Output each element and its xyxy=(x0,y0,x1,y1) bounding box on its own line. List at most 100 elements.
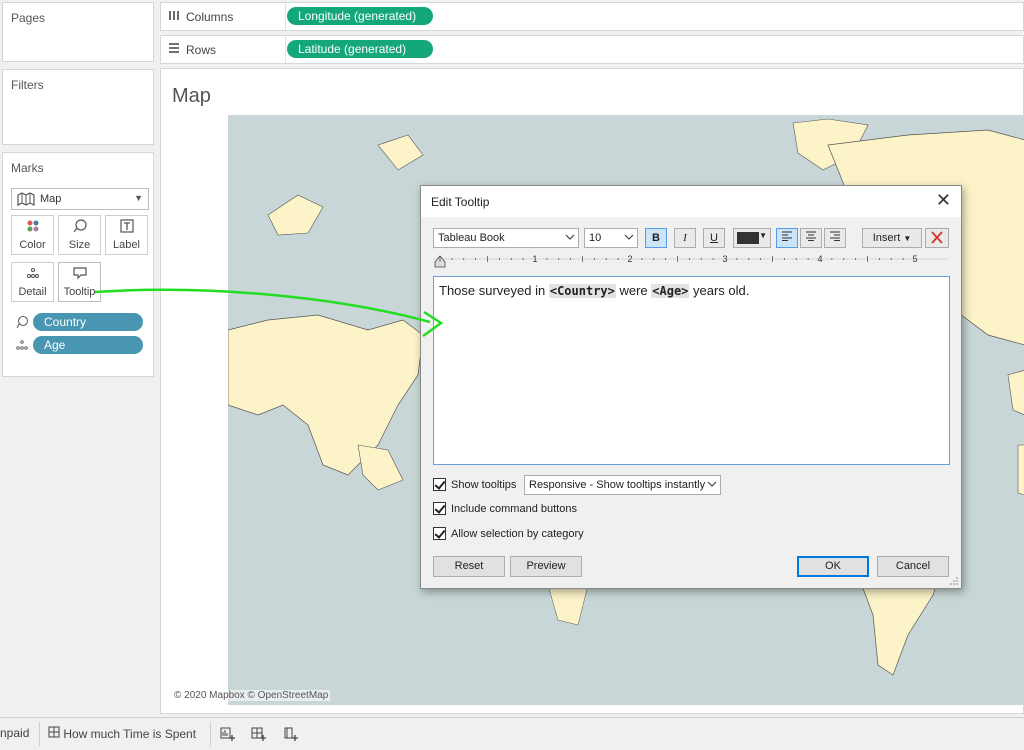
columns-label: Columns xyxy=(186,10,234,24)
columns-icon xyxy=(168,9,180,24)
clear-formatting-button[interactable] xyxy=(925,228,949,248)
age-pill[interactable]: Age xyxy=(33,336,143,354)
ruler-number: 5 xyxy=(912,254,917,264)
chevron-down-icon: ▼ xyxy=(134,193,143,203)
size-button-label: Size xyxy=(68,239,91,251)
align-center-button[interactable] xyxy=(800,228,822,248)
tooltip-text-part: were xyxy=(615,283,652,298)
color-button-label: Color xyxy=(19,239,46,251)
chevron-down-icon xyxy=(565,230,575,244)
color-icon xyxy=(12,219,53,239)
include-command-buttons-checkbox[interactable] xyxy=(433,502,446,515)
red-x-icon xyxy=(931,231,943,244)
show-tooltips-checkbox[interactable] xyxy=(433,478,446,491)
underline-button[interactable]: U xyxy=(703,228,725,248)
mark-type-dropdown[interactable]: Map ▼ xyxy=(11,188,149,210)
tooltip-icon xyxy=(59,266,100,286)
size-button[interactable]: Size xyxy=(58,215,101,255)
chevron-down-icon xyxy=(624,230,634,244)
detail-button-label: Detail xyxy=(18,286,47,298)
shelf-divider xyxy=(285,36,286,63)
tooltip-mode-value: Responsive - Show tooltips instantly xyxy=(529,479,706,491)
resize-grip-icon[interactable] xyxy=(949,576,959,586)
chevron-down-icon xyxy=(707,477,717,491)
rows-icon xyxy=(168,42,180,57)
tooltip-button-label: Tooltip xyxy=(63,286,96,298)
tab-divider xyxy=(39,722,40,746)
shelf-divider xyxy=(285,3,286,30)
sheet-tab-2[interactable]: How much Time is Spent xyxy=(48,726,196,741)
new-dashboard-icon[interactable] xyxy=(251,726,267,745)
font-value: Tableau Book xyxy=(438,232,505,244)
age-field-token: <Age> xyxy=(651,284,690,298)
size-icon xyxy=(59,219,100,239)
marks-card: Marks Map ▼ Color Size Label Detail Tool… xyxy=(2,152,154,377)
insert-label: Insert xyxy=(872,232,901,244)
preview-button[interactable]: Preview xyxy=(510,556,582,577)
map-icon xyxy=(17,192,35,209)
ruler[interactable]: 1 2 3 4 5 xyxy=(433,253,949,269)
longitude-pill[interactable]: Longitude (generated) xyxy=(287,7,433,25)
rows-label: Rows xyxy=(186,43,217,57)
tooltip-button[interactable]: Tooltip xyxy=(58,262,101,302)
label-button-label: Label xyxy=(113,239,140,251)
tooltip-editor[interactable]: Those surveyed in <Country> were <Age> y… xyxy=(433,276,950,465)
color-button[interactable]: Color xyxy=(11,215,54,255)
align-left-icon xyxy=(782,231,792,241)
font-size-value: 10 xyxy=(589,232,602,244)
cancel-button[interactable]: Cancel xyxy=(877,556,949,577)
ruler-number: 3 xyxy=(722,254,727,264)
font-size-dropdown[interactable]: 10 xyxy=(584,228,638,248)
new-story-icon[interactable] xyxy=(283,726,299,745)
detail-icon xyxy=(12,266,53,286)
tooltip-text-part: years old. xyxy=(689,283,750,298)
pages-title: Pages xyxy=(11,11,46,25)
pages-card: Pages xyxy=(2,2,154,62)
lasso-icon xyxy=(15,315,29,332)
country-field-token: <Country> xyxy=(548,284,616,298)
ruler-number: 2 xyxy=(627,254,632,264)
filters-title: Filters xyxy=(11,78,44,92)
marks-title: Marks xyxy=(11,161,44,175)
label-icon xyxy=(106,219,147,239)
new-worksheet-icon[interactable] xyxy=(220,726,236,745)
tooltip-mode-dropdown[interactable]: Responsive - Show tooltips instantly xyxy=(524,475,721,495)
ok-button[interactable]: OK xyxy=(797,556,869,577)
map-attribution[interactable]: © 2020 Mapbox © OpenStreetMap xyxy=(172,690,331,701)
mark-type-label: Map xyxy=(40,193,62,205)
color-swatch xyxy=(737,232,759,244)
close-icon[interactable]: ✕ xyxy=(936,191,951,209)
label-button[interactable]: Label xyxy=(105,215,148,255)
font-dropdown[interactable]: Tableau Book xyxy=(433,228,579,248)
reset-button[interactable]: Reset xyxy=(433,556,505,577)
italic-button[interactable]: I xyxy=(674,228,696,248)
dialog-title: Edit Tooltip xyxy=(431,195,490,209)
detail-button[interactable]: Detail xyxy=(11,262,54,302)
detail-dots-icon xyxy=(15,339,29,354)
allow-selection-checkbox[interactable] xyxy=(433,527,446,540)
tooltip-text-part: Those surveyed in xyxy=(439,283,549,298)
chevron-down-icon: ▼ xyxy=(903,234,912,243)
align-center-icon xyxy=(806,231,816,241)
latitude-pill[interactable]: Latitude (generated) xyxy=(287,40,433,58)
sheet-tab-1[interactable]: npaid xyxy=(0,726,29,740)
insert-button[interactable]: Insert ▼ xyxy=(862,228,922,248)
worksheet-icon xyxy=(48,726,63,741)
bold-button[interactable]: B xyxy=(645,228,667,248)
align-right-button[interactable] xyxy=(824,228,846,248)
country-pill[interactable]: Country xyxy=(33,313,143,331)
font-color-picker[interactable]: ▼ xyxy=(733,228,771,248)
show-tooltips-label: Show tooltips xyxy=(451,479,517,491)
align-right-icon xyxy=(830,231,840,241)
viz-title: Map xyxy=(172,85,211,107)
tab-divider xyxy=(210,722,211,746)
ruler-number: 1 xyxy=(532,254,537,264)
columns-shelf[interactable]: Columns Longitude (generated) xyxy=(160,2,1024,31)
filters-card[interactable]: Filters xyxy=(2,69,154,145)
edit-tooltip-dialog: Edit Tooltip ✕ Tableau Book 10 B I U ▼ I… xyxy=(420,185,962,589)
dialog-header[interactable]: Edit Tooltip ✕ xyxy=(421,186,961,217)
rows-shelf[interactable]: Rows Latitude (generated) xyxy=(160,35,1024,64)
align-left-button[interactable] xyxy=(776,228,798,248)
chevron-down-icon: ▼ xyxy=(759,231,767,240)
sheet-tab-2-label: How much Time is Spent xyxy=(63,727,197,741)
